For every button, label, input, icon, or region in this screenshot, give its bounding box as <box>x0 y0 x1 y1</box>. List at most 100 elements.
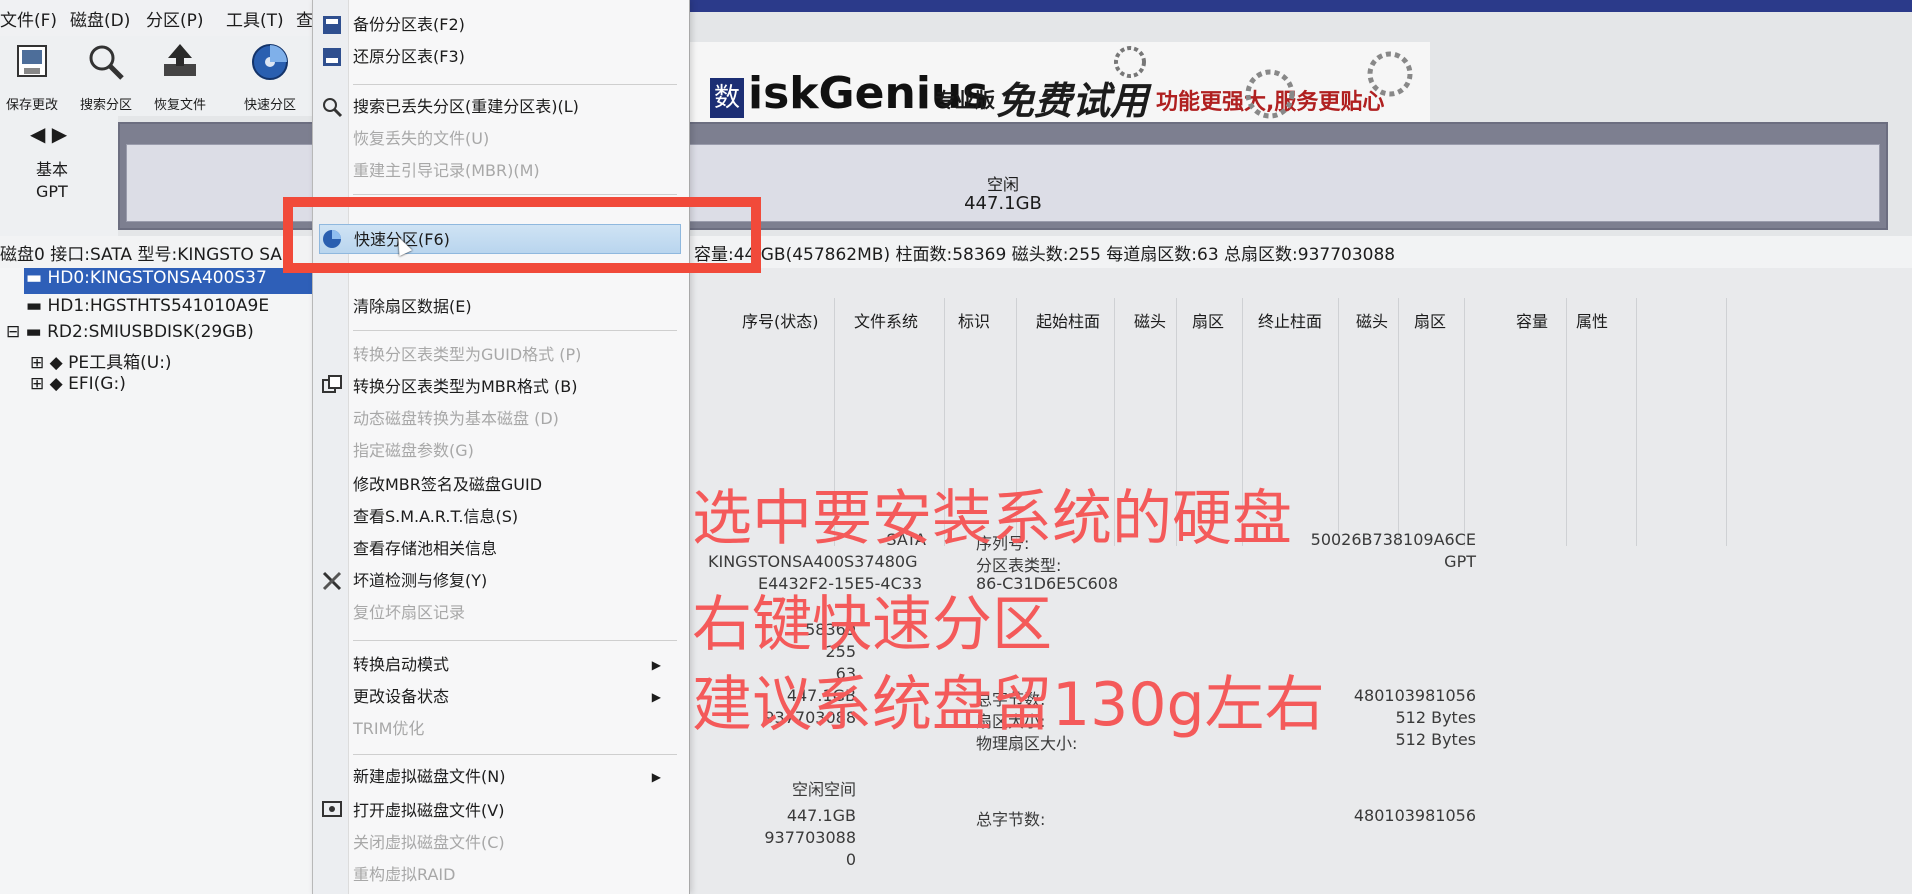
menu-change-device-state[interactable]: 更改设备状态 ▶ <box>353 682 673 712</box>
col-sector[interactable]: 扇区 <box>1192 308 1224 332</box>
menu-recover-lost-files[interactable]: 恢复丢失的文件(U) <box>353 124 673 154</box>
toolbar: 保存更改 搜索分区 恢复文件 快速分区 <box>0 36 320 116</box>
tree-item-label: HD1:HGSTHTS541010A9E <box>47 296 270 316</box>
col-id[interactable]: 标识 <box>958 308 990 332</box>
menu-clear-sectors[interactable]: 清除扇区数据(E) <box>353 292 673 322</box>
col-index-status[interactable]: 序号(状态) <box>742 308 819 332</box>
menu-reset-bad-sectors[interactable]: 复位坏扇区记录 <box>353 598 673 628</box>
tree-item-rd2[interactable]: ⊟ ▬ RD2:SMIUSBDISK(29GB) <box>6 322 254 342</box>
menu-rebuild-mbr[interactable]: 重建主引导记录(MBR)(M) <box>353 156 673 186</box>
restore-table-icon <box>323 48 341 66</box>
menu-partition[interactable]: 分区(P) <box>146 6 204 31</box>
banner-logo: 数 <box>710 78 744 118</box>
annotation-line-2: 右键快速分区 <box>692 590 1052 660</box>
recover-files-button[interactable]: 恢复文件 <box>148 40 212 113</box>
menu-backup-partition-table[interactable]: 备份分区表(F2) <box>353 10 673 40</box>
tree-item-label: HD0:KINGSTONSA400S37 <box>47 268 267 288</box>
hdd-icon: ▬ <box>26 268 48 288</box>
menu-restore-partition-table[interactable]: 还原分区表(F3) <box>353 42 673 72</box>
disk-context-menu: 备份分区表(F2) 还原分区表(F3) 搜索已丢失分区(重建分区表)(L) 恢复… <box>312 0 690 894</box>
disk-info-right: 容量:44 GB(457862MB) 柱面数:58369 磁头数:255 每道扇… <box>694 245 1396 265</box>
wrench-icon <box>322 571 342 591</box>
partition-icon: ◆ <box>49 374 69 394</box>
tree-item-label: PE工具箱(U:) <box>68 353 172 373</box>
tree-item-efi[interactable]: ⊞ ◆ EFI(G:) <box>30 374 126 394</box>
quick-partition-button[interactable]: 快速分区 <box>238 40 302 113</box>
menu-trim[interactable]: TRIM优化 <box>353 714 673 744</box>
save-icon <box>17 45 47 77</box>
detail-phys-sector-size: 512 Bytes <box>1395 730 1476 749</box>
virtual-disk-icon <box>322 801 342 817</box>
col-attribute[interactable]: 属性 <box>1576 308 1608 332</box>
convert-icon <box>322 375 342 393</box>
submenu-arrow-icon: ▶ <box>651 770 661 784</box>
submenu-arrow-icon: ▶ <box>651 658 661 672</box>
tree-item-hd0[interactable]: ▬ HD0:KINGSTONSA400S37 <box>24 268 318 294</box>
col-end-sector[interactable]: 扇区 <box>1414 308 1446 332</box>
disk-icon <box>252 44 288 80</box>
menu-convert-boot-mode[interactable]: 转换启动模式 ▶ <box>353 650 673 680</box>
disk-nav: ◀ ▶ 基本 GPT <box>0 116 118 236</box>
recover-icon <box>164 44 196 76</box>
detail-free-total-label: 总字节数: <box>976 810 1046 829</box>
tree-item-label: EFI(G:) <box>68 374 126 394</box>
detail-free-sectors: 937703088 <box>764 828 856 847</box>
diskgenius-banner: 数 iskGenius 专业版 免费试用 功能更强大,服务更贴心 <box>690 42 1430 126</box>
detail-free-start: 0 <box>845 850 856 869</box>
tree-item-pe[interactable]: ⊞ ◆ PE工具箱(U:) <box>30 348 172 373</box>
menu-convert-to-mbr[interactable]: 转换分区表类型为MBR格式 (B) <box>353 372 673 402</box>
col-end-head[interactable]: 磁头 <box>1356 308 1388 332</box>
magnifier-icon <box>89 45 124 80</box>
menu-new-virtual-disk[interactable]: 新建虚拟磁盘文件(N) ▶ <box>353 762 673 792</box>
save-changes-button[interactable]: 保存更改 <box>0 40 64 113</box>
detail-free-total-bytes: 480103981056 <box>1353 806 1476 825</box>
col-start-cylinder[interactable]: 起始柱面 <box>1036 308 1100 332</box>
expand-icon[interactable]: ⊞ <box>30 374 50 394</box>
menu-dynamic-to-basic[interactable]: 动态磁盘转换为基本磁盘 (D) <box>353 404 673 434</box>
menubar: 文件(F) 磁盘(D) 分区(P) 工具(T) 查 <box>0 0 320 36</box>
menu-convert-to-guid[interactable]: 转换分区表类型为GUID格式 (P) <box>353 340 673 370</box>
detail-sector-size: 512 Bytes <box>1395 708 1476 727</box>
menu-disk[interactable]: 磁盘(D) <box>70 6 130 31</box>
usb-icon: ▬ <box>25 322 48 342</box>
menu-bad-sector-check[interactable]: 坏道检测与修复(Y) <box>353 566 673 596</box>
detail-total-bytes: 480103981056 <box>1353 686 1476 705</box>
menu-open-virtual-disk[interactable]: 打开虚拟磁盘文件(V) <box>353 796 673 826</box>
banner-edition: 专业版 <box>935 88 995 112</box>
detail-free-cap: 447.1GB <box>786 806 856 825</box>
col-filesystem[interactable]: 文件系统 <box>854 308 918 332</box>
menu-disk-params[interactable]: 指定磁盘参数(G) <box>353 436 673 466</box>
menu-storage-pool-info[interactable]: 查看存储池相关信息 <box>353 534 673 564</box>
col-end-cylinder[interactable]: 终止柱面 <box>1258 308 1322 332</box>
detail-gpt: GPT <box>1444 552 1476 571</box>
menu-smart-info[interactable]: 查看S.M.A.R.T.信息(S) <box>353 502 673 532</box>
disk-scheme-label: GPT <box>36 182 68 201</box>
backup-table-icon <box>323 16 341 34</box>
collapse-icon[interactable]: ⊟ <box>6 322 26 342</box>
hdd-icon: ▬ <box>26 296 48 316</box>
expand-icon[interactable]: ⊞ <box>30 353 50 373</box>
menu-file[interactable]: 文件(F) <box>0 6 57 31</box>
disk-tree-pane: ▬ HD0:KINGSTONSA400S37 ▬ HD1:HGSTHTS5410… <box>0 268 318 894</box>
menu-tools[interactable]: 工具(T) <box>226 6 284 31</box>
annotation-line-3: 建议系统盘留130g左右 <box>692 670 1325 740</box>
col-capacity[interactable]: 容量 <box>1516 308 1548 332</box>
annotation-line-1: 选中要安装系统的硬盘 <box>692 484 1292 554</box>
tree-item-hd1[interactable]: ▬ HD1:HGSTHTS541010A9E <box>26 296 269 316</box>
menu-rebuild-raid[interactable]: 重构虚拟RAID <box>353 860 673 890</box>
save-changes-label: 保存更改 <box>5 98 58 113</box>
tree-item-label: RD2:SMIUSBDISK(29GB) <box>47 322 254 342</box>
disk-type-label: 基本 <box>36 160 69 179</box>
annotation-highlight-box <box>283 197 761 273</box>
partition-icon: ◆ <box>49 353 69 373</box>
menu-modify-mbr-signature[interactable]: 修改MBR签名及磁盘GUID <box>353 470 673 500</box>
disk-info-left: 磁盘0 接口:SATA 型号:KINGSTO SA <box>0 245 282 265</box>
recover-files-label: 恢复文件 <box>153 98 206 113</box>
menu-view[interactable]: 查 <box>296 6 313 31</box>
menu-close-virtual-disk[interactable]: 关闭虚拟磁盘文件(C) <box>353 828 673 858</box>
search-partition-button[interactable]: 搜索分区 <box>74 40 138 113</box>
menu-search-lost-partitions[interactable]: 搜索已丢失分区(重建分区表)(L) <box>353 92 673 122</box>
quick-partition-label: 快速分区 <box>243 98 296 113</box>
col-head[interactable]: 磁头 <box>1134 308 1166 332</box>
disk-nav-arrows-icon[interactable]: ◀ ▶ <box>30 122 67 146</box>
